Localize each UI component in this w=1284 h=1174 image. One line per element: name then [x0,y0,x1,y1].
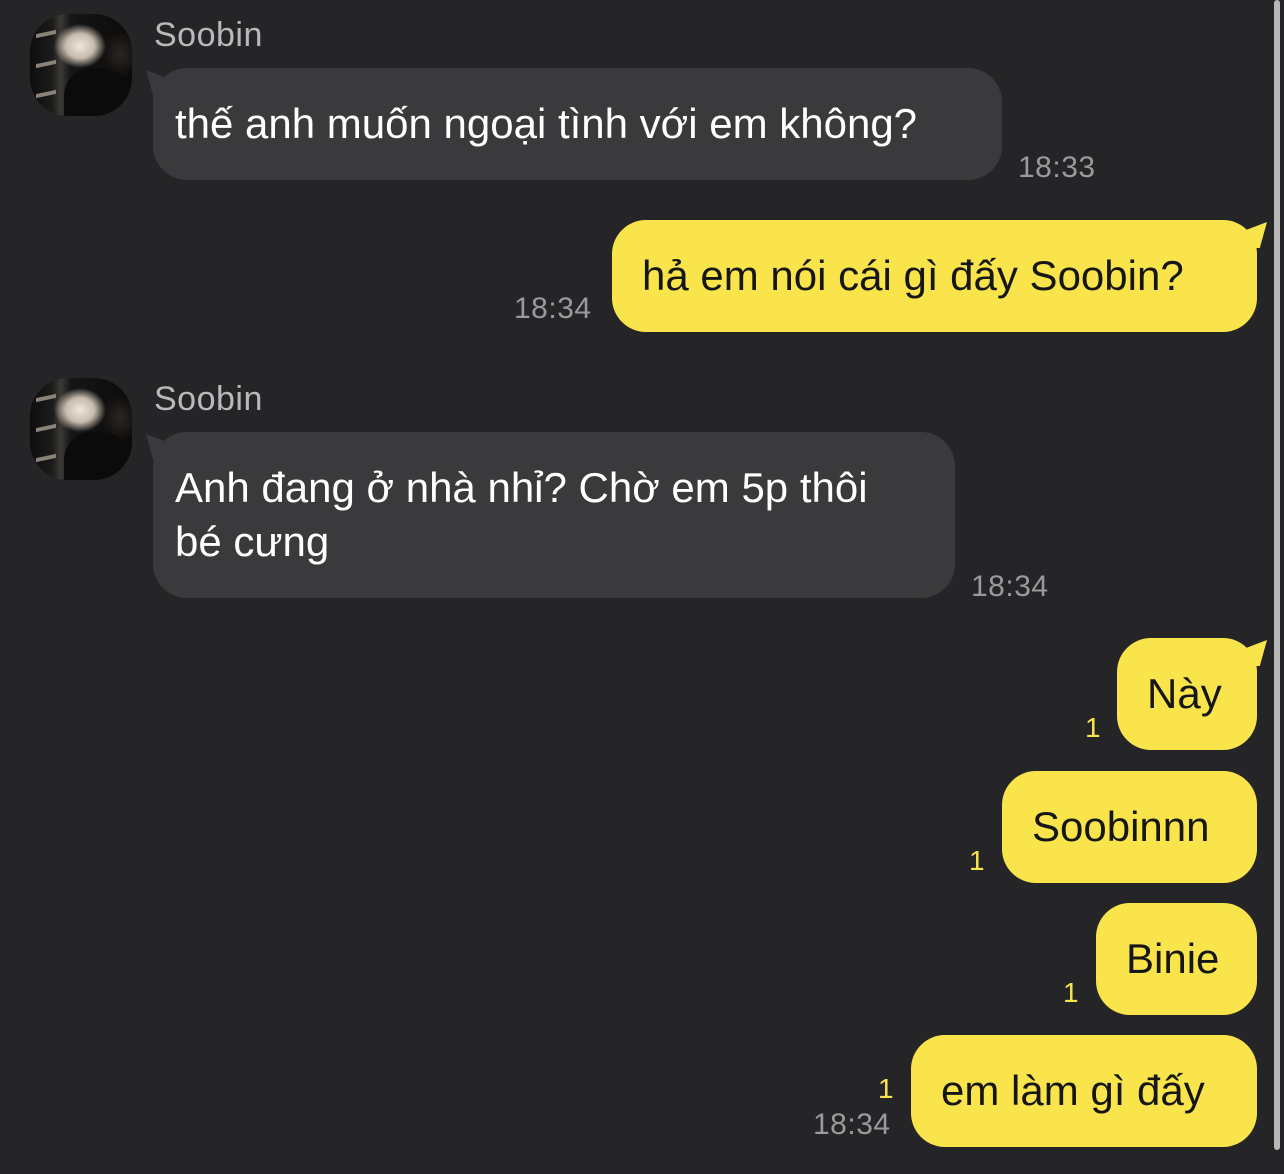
message-text: em làm gì đấy [941,1067,1205,1114]
message-text: hả em nói cái gì đấy Soobin? [642,252,1184,299]
outgoing-message-bubble[interactable]: Soobinnn [1002,771,1257,883]
chat-scrollbar[interactable] [1274,0,1280,1150]
avatar-detail [36,59,56,69]
avatar[interactable] [30,14,132,116]
outgoing-message-bubble[interactable]: Binie [1096,903,1257,1015]
avatar-detail [36,423,56,433]
message-time: 18:34 [971,570,1049,603]
message-text: Này [1147,670,1222,717]
sender-name: Soobin [154,380,263,418]
avatar-detail [36,89,56,99]
message-text-line: Anh đang ở nhà nhỉ? Chờ em 5p thôi [175,464,868,511]
avatar[interactable] [30,378,132,480]
unread-count: 1 [1085,712,1101,743]
outgoing-message-bubble[interactable]: hả em nói cái gì đấy Soobin? [612,220,1257,332]
message-time: 18:33 [1018,151,1096,184]
unread-count: 1 [1063,977,1079,1008]
message-text: thế anh muốn ngoại tình với em không? [175,100,918,147]
incoming-message-bubble[interactable]: Anh đang ở nhà nhỉ? Chờ em 5p thôi bé cư… [153,432,955,598]
unread-count: 1 [878,1073,894,1104]
incoming-message-bubble[interactable]: thế anh muốn ngoại tình với em không? [153,68,1002,180]
avatar-detail [64,68,132,116]
avatar-detail [36,393,56,403]
sender-name: Soobin [154,16,263,54]
outgoing-message-bubble[interactable]: em làm gì đấy [911,1035,1257,1147]
unread-count: 1 [969,845,985,876]
message-time: 18:34 [514,292,592,325]
outgoing-message-bubble[interactable]: Này [1117,638,1257,750]
bubble-tail [1243,222,1267,248]
message-time: 18:34 [813,1108,891,1141]
message-text: Binie [1126,935,1220,982]
message-text: Soobinnn [1032,803,1210,850]
avatar-detail [64,432,132,480]
bubble-tail [1243,640,1267,666]
avatar-detail [36,29,56,39]
message-text-line: bé cưng [175,518,330,565]
avatar-detail [36,453,56,463]
